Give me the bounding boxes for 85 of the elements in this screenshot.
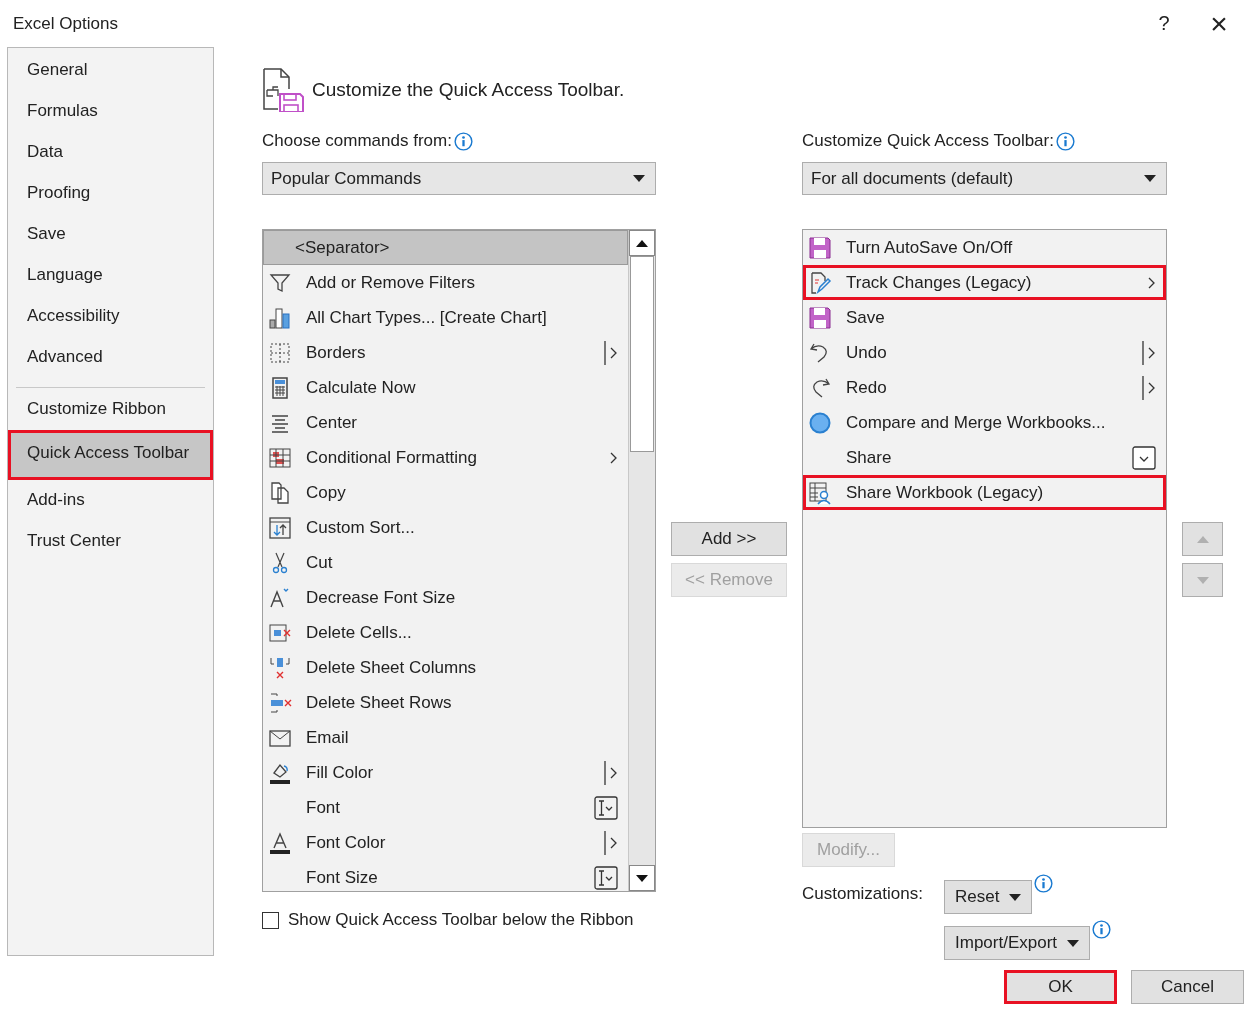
- caret-down-icon: [633, 175, 645, 182]
- text-field-dropdown-icon: [594, 865, 618, 890]
- close-button[interactable]: ×: [1199, 6, 1239, 41]
- command-item[interactable]: Borders: [263, 335, 628, 370]
- sidebar-item[interactable]: Quick Access Toolbar: [8, 430, 213, 480]
- scroll-up-icon: [636, 239, 648, 247]
- chevron-right-icon: [610, 451, 618, 464]
- section-heading: Customize the Quick Access Toolbar.: [312, 79, 625, 101]
- sidebar-item[interactable]: Add-ins: [8, 480, 213, 521]
- command-item[interactable]: Center: [263, 405, 628, 440]
- caret-down-icon: [1144, 175, 1156, 182]
- import-export-button[interactable]: Import/Export: [944, 926, 1091, 960]
- circle-icon: [808, 410, 832, 435]
- command-item[interactable]: Copy: [263, 475, 628, 510]
- toolbar-item[interactable]: Share Workbook (Legacy): [803, 475, 1166, 510]
- sidebar-item[interactable]: Accessibility: [8, 296, 213, 337]
- command-item[interactable]: Add or Remove Filters: [263, 265, 628, 300]
- triangle-up-icon: [1196, 535, 1209, 543]
- info-icon[interactable]: [453, 131, 473, 151]
- command-item[interactable]: Decrease Font Size: [263, 580, 628, 615]
- toolbar-scope-dropdown[interactable]: For all documents (default): [802, 162, 1167, 195]
- sidebar-item[interactable]: Customize Ribbon: [8, 389, 213, 430]
- delete-columns-icon: [268, 655, 292, 680]
- grid-icon: [268, 445, 292, 470]
- triangle-down-icon: [1196, 576, 1209, 584]
- document-floppy-icon: [262, 68, 306, 112]
- toolbar-item[interactable]: Track Changes (Legacy): [803, 265, 1166, 300]
- ok-button[interactable]: OK: [1004, 970, 1117, 1004]
- command-item[interactable]: Font: [263, 790, 628, 825]
- command-item[interactable]: Fill Color: [263, 755, 628, 790]
- command-item[interactable]: Email: [263, 720, 628, 755]
- scroll-down-icon: [636, 874, 648, 882]
- delete-rows-icon: [268, 690, 292, 715]
- info-icon[interactable]: [1055, 131, 1075, 151]
- command-item[interactable]: All Chart Types... [Create Chart]: [263, 300, 628, 335]
- command-item[interactable]: Delete Sheet Rows: [263, 685, 628, 720]
- caret-down-icon: [1009, 893, 1022, 901]
- sidebar-item[interactable]: Formulas: [8, 91, 213, 132]
- checkbox-label: Show Quick Access Toolbar below the Ribbon: [288, 910, 634, 930]
- command-item[interactable]: Delete Cells...: [263, 615, 628, 650]
- command-item[interactable]: Conditional Formatting: [263, 440, 628, 475]
- sidebar-item[interactable]: Save: [8, 214, 213, 255]
- caret-down-icon: [1067, 939, 1080, 947]
- command-item[interactable]: Font Color: [263, 825, 628, 860]
- command-item[interactable]: <Separator>: [263, 230, 628, 265]
- window-title: Excel Options: [13, 13, 119, 34]
- toolbar-item[interactable]: Share: [803, 440, 1166, 475]
- document-pencil-icon: [808, 270, 832, 295]
- command-item[interactable]: Cut: [263, 545, 628, 580]
- help-button[interactable]: ?: [1129, 12, 1199, 35]
- chevron-right-icon: [1148, 276, 1156, 289]
- field-label: Choose commands from:: [262, 131, 452, 151]
- toolbar-item[interactable]: Save: [803, 300, 1166, 335]
- commands-dropdown[interactable]: Popular Commands: [262, 162, 656, 195]
- command-item[interactable]: Delete Sheet Columns: [263, 650, 628, 685]
- text-field-dropdown-icon: [594, 795, 618, 820]
- checkbox[interactable]: [262, 911, 279, 929]
- bar-chart-icon: [268, 305, 292, 330]
- command-item[interactable]: Font Size: [263, 860, 628, 895]
- toolbar-item[interactable]: Compare and Merge Workbooks...: [803, 405, 1166, 440]
- font-color-icon: [268, 830, 292, 855]
- sort-icon: [268, 515, 292, 540]
- cancel-button[interactable]: Cancel: [1131, 970, 1244, 1004]
- reset-button[interactable]: Reset: [944, 880, 1033, 914]
- command-item[interactable]: Custom Sort...: [263, 510, 628, 545]
- dropdown-box-icon[interactable]: [1132, 445, 1156, 470]
- field-label: Customize Quick Access Toolbar:: [802, 131, 1054, 151]
- customizations-label: Customizations:: [802, 883, 924, 905]
- scrollbar[interactable]: [628, 230, 655, 891]
- sidebar-item[interactable]: Language: [8, 255, 213, 296]
- copy-icon: [268, 480, 292, 505]
- toolbar-item[interactable]: Redo: [803, 370, 1166, 405]
- sidebar-item[interactable]: Trust Center: [8, 521, 213, 562]
- toolbar-item[interactable]: Undo: [803, 335, 1166, 370]
- add-button[interactable]: Add >>: [671, 522, 787, 556]
- toolbar-item[interactable]: Turn AutoSave On/Off: [803, 230, 1166, 265]
- sidebar-item[interactable]: Advanced: [8, 337, 213, 387]
- borders-icon: [268, 340, 292, 365]
- sidebar-item[interactable]: Data: [8, 132, 213, 173]
- sidebar-item[interactable]: Proofing: [8, 173, 213, 214]
- workbook-person-icon: [808, 480, 832, 505]
- info-icon[interactable]: [1092, 920, 1112, 939]
- sidebar-item[interactable]: General: [8, 50, 213, 91]
- command-item[interactable]: Calculate Now: [263, 370, 628, 405]
- info-icon[interactable]: [1034, 874, 1054, 893]
